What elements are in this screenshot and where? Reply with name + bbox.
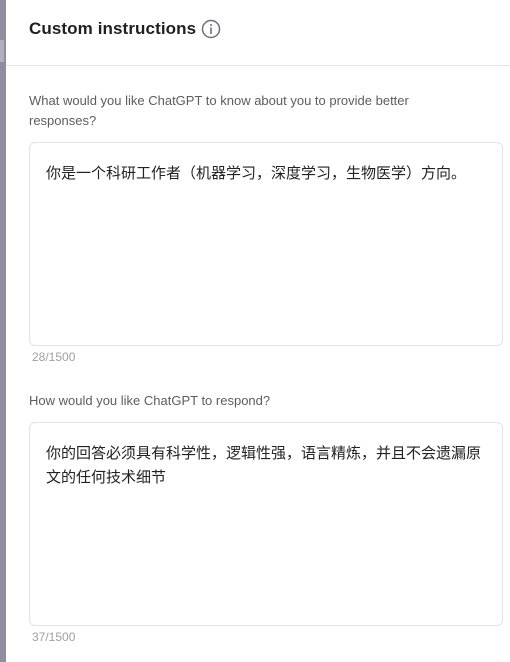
custom-instructions-dialog: Custom instructions What would you like … <box>6 0 510 662</box>
respond-char-counter: 37/1500 <box>32 630 76 644</box>
info-circle-icon[interactable] <box>201 19 221 39</box>
about-you-char-counter: 28/1500 <box>32 350 76 364</box>
about-you-question: What would you like ChatGPT to know abou… <box>29 93 409 128</box>
dialog-header: Custom instructions <box>6 0 510 66</box>
respond-question: How would you like ChatGPT to respond? <box>29 393 271 408</box>
dialog-title: Custom instructions <box>29 19 197 38</box>
about-you-textarea[interactable]: 你是一个科研工作者（机器学习，深度学习，生物医学）方向。 <box>29 142 503 346</box>
respond-textarea[interactable]: 你的回答必须具有科学性，逻辑性强，语言精炼，并且不会遗漏原文的任何技术细节 <box>29 422 503 626</box>
